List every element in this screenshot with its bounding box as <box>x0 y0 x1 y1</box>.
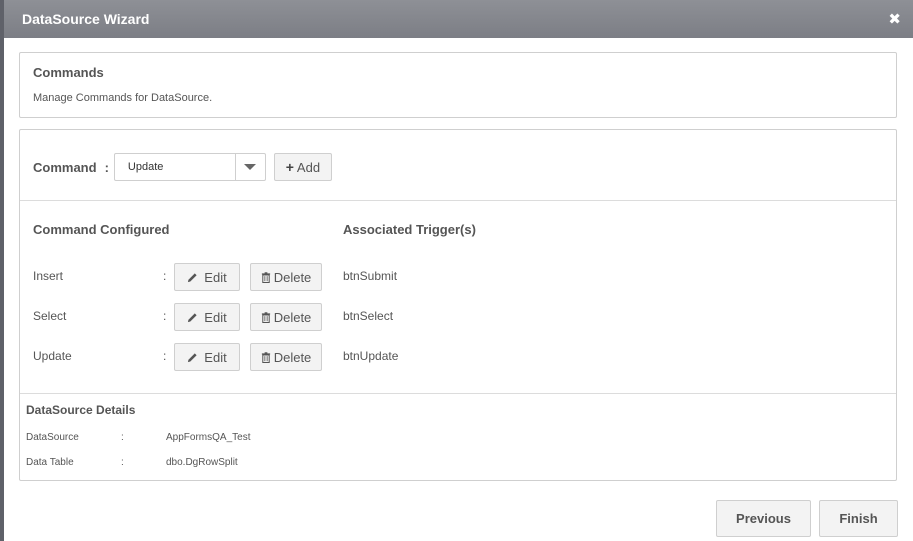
divider <box>20 393 896 394</box>
edit-label: Edit <box>204 269 227 285</box>
close-icon[interactable]: ✖ <box>888 10 901 28</box>
finish-button[interactable]: Finish <box>819 500 898 537</box>
commands-header-panel: Commands Manage Commands for DataSource. <box>19 52 897 118</box>
chevron-down-icon <box>244 164 257 170</box>
delete-label: Delete <box>273 309 312 325</box>
detail-value: AppFormsQA_Test <box>166 432 251 443</box>
plus-icon: + <box>285 159 294 175</box>
trash-icon <box>261 311 271 323</box>
command-picker-row: Command : Update + Add <box>33 153 332 181</box>
detail-row-datasource: DataSource : AppFormsQA_Test <box>26 432 886 446</box>
column-associated-triggers: Associated Trigger(s) <box>343 222 476 237</box>
edit-insert-button[interactable]: Edit <box>174 263 240 291</box>
row-colon: : <box>163 349 167 363</box>
row-colon: : <box>163 269 167 283</box>
command-row-select: Select : Edit Delete btnSelect <box>33 303 893 331</box>
command-label: Command <box>33 159 97 175</box>
edit-select-button[interactable]: Edit <box>174 303 240 331</box>
detail-key: Data Table <box>26 457 74 468</box>
delete-select-button[interactable]: Delete <box>250 303 322 331</box>
section-title: Commands <box>33 65 104 80</box>
dropdown-toggle[interactable] <box>234 154 265 180</box>
add-command-button[interactable]: + Add <box>273 153 332 181</box>
pencil-icon <box>187 312 198 323</box>
detail-value: dbo.DgRowSplit <box>166 457 238 468</box>
column-command-configured: Command Configured <box>33 222 170 237</box>
trigger-name: btnSelect <box>343 309 394 323</box>
add-button-label: Add <box>296 159 321 175</box>
command-row-update: Update : Edit Delete btnUpdate <box>33 343 893 371</box>
command-select[interactable]: Update <box>113 153 266 181</box>
detail-key: DataSource <box>26 432 79 443</box>
delete-label: Delete <box>273 349 312 365</box>
pencil-icon <box>187 272 198 283</box>
command-colon: : <box>104 159 109 175</box>
datasource-wizard-dialog: DataSource Wizard ✖ Commands Manage Comm… <box>4 0 913 541</box>
trigger-name: btnSubmit <box>343 269 398 283</box>
command-name: Update <box>33 349 72 363</box>
delete-update-button[interactable]: Delete <box>250 343 322 371</box>
detail-colon: : <box>121 457 124 468</box>
command-row-insert: Insert : Edit Delete btnSubmit <box>33 263 893 291</box>
trigger-name: btnUpdate <box>343 349 399 363</box>
section-subtitle: Manage Commands for DataSource. <box>33 92 213 104</box>
command-name: Select <box>33 309 67 323</box>
trash-icon <box>261 271 271 283</box>
edit-label: Edit <box>204 309 227 325</box>
detail-row-data-table: Data Table : dbo.DgRowSplit <box>26 457 886 471</box>
command-select-value: Update <box>127 161 164 173</box>
delete-insert-button[interactable]: Delete <box>250 263 322 291</box>
command-name: Insert <box>33 269 64 283</box>
edit-label: Edit <box>204 349 227 365</box>
trash-icon <box>261 351 271 363</box>
previous-button[interactable]: Previous <box>716 500 811 537</box>
commands-main-panel: Command : Update + Add Command Configure… <box>19 129 897 481</box>
row-colon: : <box>163 309 167 323</box>
datasource-details-title: DataSource Details <box>26 403 136 417</box>
divider <box>20 200 896 201</box>
dialog-title: DataSource Wizard <box>22 11 150 27</box>
detail-colon: : <box>121 432 124 443</box>
delete-label: Delete <box>273 269 312 285</box>
dialog-titlebar: DataSource Wizard ✖ <box>4 0 913 38</box>
pencil-icon <box>187 352 198 363</box>
edit-update-button[interactable]: Edit <box>174 343 240 371</box>
